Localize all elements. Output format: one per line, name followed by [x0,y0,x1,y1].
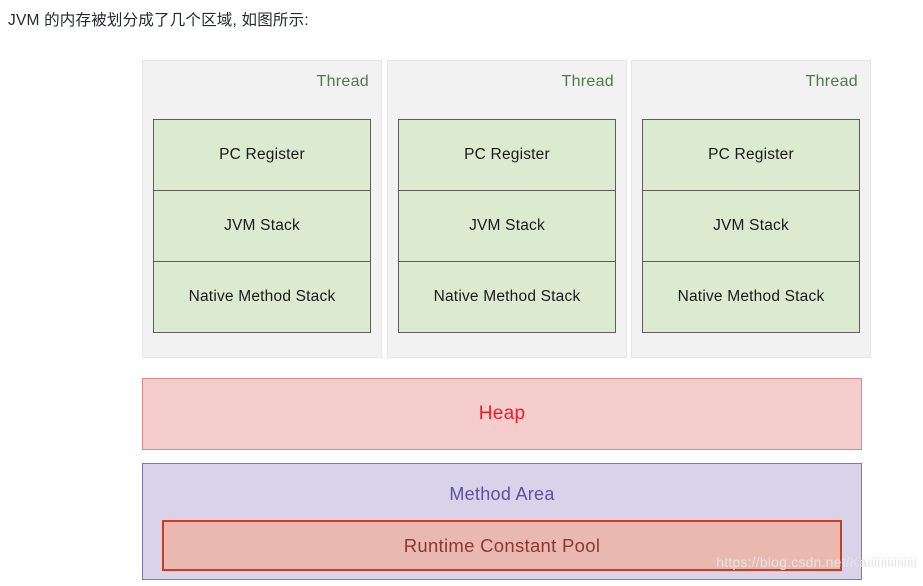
thread-region-stack: PC Register JVM Stack Native Method Stac… [398,119,616,333]
memory-region-method-area: Method Area Runtime Constant Pool [142,463,862,580]
jvm-memory-diagram: Thread PC Register JVM Stack Native Meth… [0,0,923,586]
thread-label: Thread [805,73,858,90]
memory-region-pc-register: PC Register [642,119,860,191]
memory-region-jvm-stack: JVM Stack [398,190,616,262]
thread-region-stack: PC Register JVM Stack Native Method Stac… [642,119,860,333]
thread-label: Thread [316,73,369,90]
thread-label: Thread [561,73,614,90]
thread-container-3: Thread PC Register JVM Stack Native Meth… [631,60,871,358]
memory-region-jvm-stack: JVM Stack [153,190,371,262]
method-area-label: Method Area [449,484,555,504]
thread-container-2: Thread PC Register JVM Stack Native Meth… [387,60,627,358]
runtime-constant-pool-label: Runtime Constant Pool [403,534,601,556]
memory-region-pc-register: PC Register [153,119,371,191]
memory-region-native-method-stack: Native Method Stack [398,261,616,333]
memory-region-pc-register: PC Register [398,119,616,191]
thread-region-stack: PC Register JVM Stack Native Method Stac… [153,119,371,333]
thread-container-1: Thread PC Register JVM Stack Native Meth… [142,60,382,358]
memory-region-native-method-stack: Native Method Stack [153,261,371,333]
memory-region-heap: Heap [142,378,862,450]
memory-region-jvm-stack: JVM Stack [642,190,860,262]
memory-region-runtime-constant-pool: Runtime Constant Pool [162,520,842,571]
heap-label: Heap [478,403,526,424]
memory-region-native-method-stack: Native Method Stack [642,261,860,333]
